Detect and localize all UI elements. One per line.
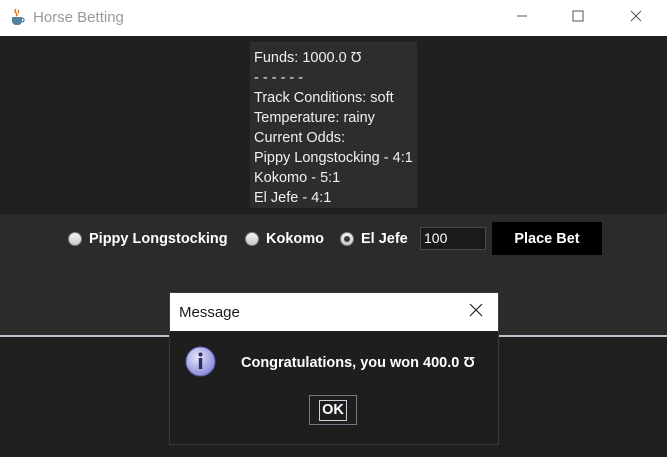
minimize-button[interactable] [499,0,545,36]
info-icon [185,346,216,377]
divider-text: - - - - - - [254,70,304,86]
window-titlebar: Horse Betting [0,0,667,36]
info-panel: Funds: 1000.0 Ʊ - - - - - - Track Condit… [0,36,667,214]
temperature-label: Temperature: rainy [254,110,375,126]
maximize-icon [572,9,584,27]
window-title: Horse Betting [33,9,124,26]
odds-pippy-longstocking: Pippy Longstocking - 4:1 [254,150,413,166]
radio-button[interactable] [68,232,82,246]
close-icon [469,303,483,322]
radio-label: Kokomo [266,231,324,247]
odds-kokomo: Kokomo - 5:1 [254,170,341,186]
ok-button[interactable]: OK [309,395,357,425]
minimize-icon [516,9,528,27]
maximize-button[interactable] [555,0,601,36]
dialog-close-button[interactable] [460,297,492,327]
race-info-box: Funds: 1000.0 Ʊ - - - - - - Track Condit… [250,42,417,208]
radio-label: Pippy Longstocking [89,231,228,247]
odds-el-jefe: El Jefe - 4:1 [254,190,332,206]
message-dialog: Message Congratulations, you won 400.0 Ʊ… [170,293,498,444]
radio-kokomo[interactable]: Kokomo [245,222,324,256]
funds-label: Funds: 1000.0 Ʊ [254,50,362,66]
radio-button[interactable] [340,232,354,246]
bet-amount-input[interactable]: 100 [420,227,486,250]
dialog-titlebar: Message [170,293,498,331]
java-cup-icon [9,8,27,26]
radio-button[interactable] [245,232,259,246]
radio-pippy-longstocking[interactable]: Pippy Longstocking [68,222,228,256]
close-icon [630,9,642,27]
track-conditions-label: Track Conditions: soft [254,90,394,106]
dialog-message: Congratulations, you won 400.0 Ʊ [241,355,475,371]
radio-el-jefe[interactable]: El Jefe [340,222,408,256]
current-odds-heading: Current Odds: [254,130,346,146]
close-button[interactable] [613,0,659,36]
dialog-title: Message [179,304,240,321]
place-bet-button[interactable]: Place Bet [492,222,602,255]
ok-label: OK [319,399,347,421]
radio-label: El Jefe [361,231,408,247]
